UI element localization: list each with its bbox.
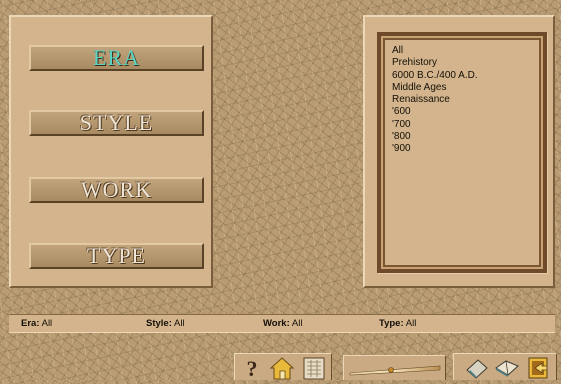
status-work-value: All: [291, 318, 303, 329]
status-style-label: Style:: [146, 318, 172, 329]
open-book-button[interactable]: [494, 356, 520, 380]
filter-status-bar: Era: All Style: All Work: All Type: All: [9, 314, 555, 333]
map-icon: [303, 357, 325, 380]
status-work-label: Work:: [263, 318, 290, 329]
status-era-value: All: [41, 318, 53, 329]
status-style: Style: All: [146, 318, 185, 329]
status-style-value: All: [174, 318, 185, 329]
era-list-item[interactable]: '600: [392, 106, 478, 118]
navigation-toolbar: ?: [234, 353, 332, 380]
type-button[interactable]: TYPE: [29, 243, 204, 269]
era-list-item[interactable]: 6000 B.C./400 A.D.: [392, 70, 478, 82]
era-list-item[interactable]: All: [392, 45, 478, 57]
status-type: Type: All: [379, 318, 416, 329]
status-work: Work: All: [263, 318, 302, 329]
question-mark-icon: ?: [247, 356, 258, 380]
help-button[interactable]: ?: [239, 356, 265, 380]
open-book-icon: [495, 360, 519, 377]
era-list-item[interactable]: '800: [392, 131, 478, 143]
era-button[interactable]: ERA: [29, 45, 204, 71]
options-panel: All Prehistory 6000 B.C./400 A.D. Middle…: [363, 15, 555, 288]
status-type-label: Type:: [379, 318, 404, 329]
map-button[interactable]: [301, 356, 327, 380]
era-list-item[interactable]: Renaissance: [392, 94, 478, 106]
book-icon: [466, 359, 488, 379]
status-era: Era: All: [21, 318, 52, 329]
slider-track: [349, 365, 441, 376]
action-toolbar: [453, 353, 557, 380]
home-icon: [269, 357, 295, 380]
exit-button[interactable]: [526, 356, 552, 380]
exit-icon: [528, 357, 548, 379]
svg-text:?: ?: [247, 356, 258, 380]
style-button[interactable]: STYLE: [29, 110, 204, 136]
status-era-label: Era:: [21, 318, 40, 329]
category-panel: ERA STYLE WORK TYPE: [9, 15, 213, 288]
status-type-value: All: [405, 318, 417, 329]
era-list: All Prehistory 6000 B.C./400 A.D. Middle…: [392, 45, 478, 156]
work-button[interactable]: WORK: [29, 177, 204, 203]
book-button[interactable]: [464, 356, 490, 380]
era-list-item[interactable]: Prehistory: [392, 57, 478, 69]
era-list-item[interactable]: '900: [392, 143, 478, 155]
volume-slider[interactable]: [343, 355, 446, 380]
era-list-frame: All Prehistory 6000 B.C./400 A.D. Middle…: [377, 32, 547, 273]
era-list-item[interactable]: Middle Ages: [392, 82, 478, 94]
home-button[interactable]: [269, 356, 295, 380]
era-list-item[interactable]: '700: [392, 119, 478, 131]
